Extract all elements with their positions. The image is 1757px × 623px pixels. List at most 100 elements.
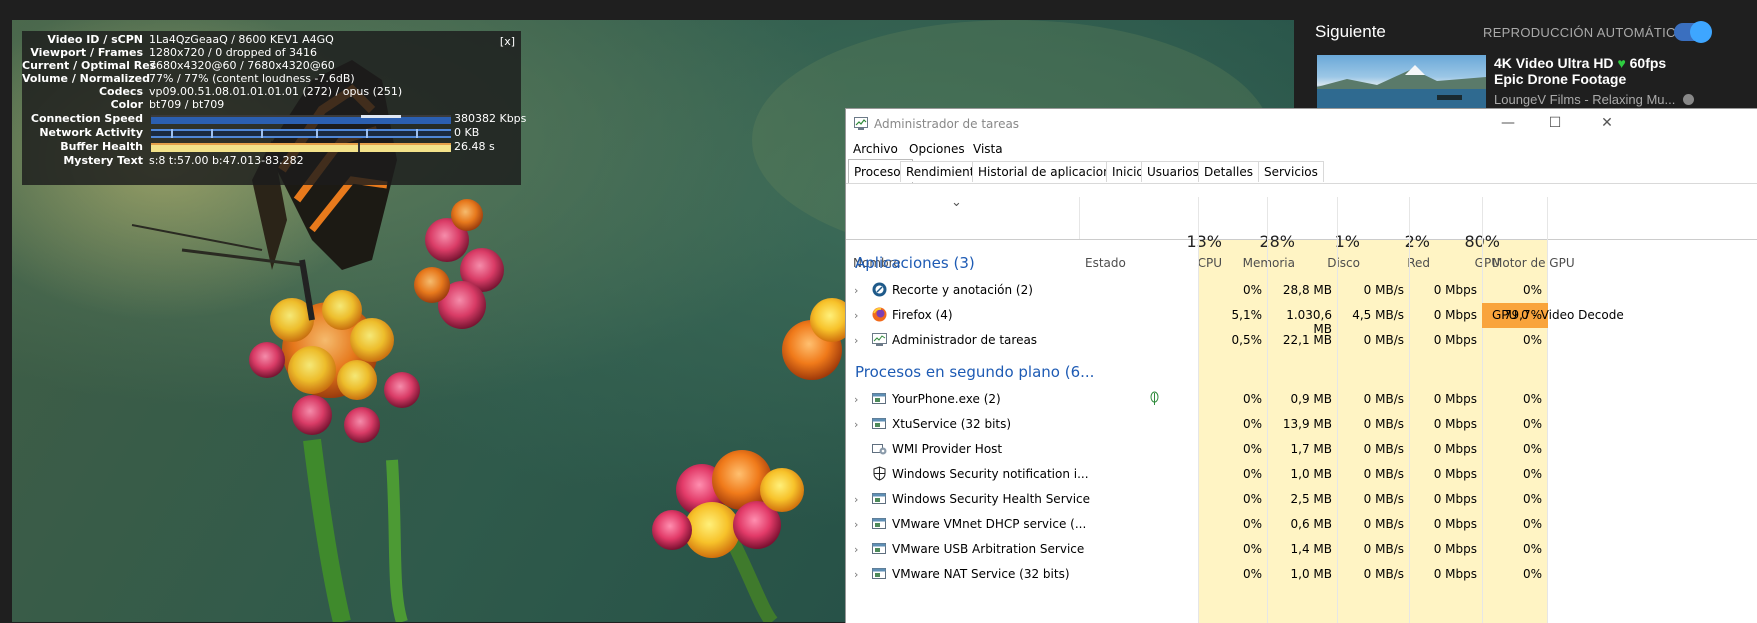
expand-chevron-icon[interactable]: › (854, 309, 858, 322)
expand-chevron-icon[interactable]: › (854, 418, 858, 431)
gpu-value: 0% (1522, 442, 1542, 456)
network-value: 0 Mbps (1433, 567, 1477, 581)
memory-value: 1,7 MB (1290, 442, 1332, 456)
process-row[interactable]: WMI Provider Host 0% 1,7 MB 0 MB/s 0 Mbp… (846, 437, 1757, 462)
cpu-value: 0% (1242, 283, 1262, 297)
stat-row-color: Color bt709 / bt709 (22, 98, 521, 112)
process-name: Windows Security notification i... (892, 467, 1089, 481)
process-name: VMware NAT Service (32 bits) (892, 567, 1070, 581)
process-row[interactable]: › Windows Security Health Service 0% 2,5… (846, 487, 1757, 512)
tab-detalles[interactable]: Detalles (1198, 161, 1259, 182)
firefox-icon (872, 307, 887, 322)
service-icon (872, 444, 887, 455)
column-disco[interactable]: Disco (1296, 256, 1360, 270)
close-button[interactable]: ✕ (1592, 113, 1622, 133)
process-row[interactable]: › VMware NAT Service (32 bits) 0% 1,0 MB… (846, 562, 1757, 587)
disk-value: 0 MB/s (1363, 567, 1404, 581)
group-background-processes[interactable]: Procesos en segundo plano (6... (855, 363, 1094, 381)
process-row[interactable]: › VMware VMnet DHCP service (... 0% 0,6 … (846, 512, 1757, 537)
window-icon (872, 493, 886, 504)
cpu-value: 0% (1242, 492, 1262, 506)
minimize-button[interactable]: — (1493, 113, 1523, 133)
network-value: 0 Mbps (1433, 333, 1477, 347)
autoplay-label: REPRODUCCIÓN AUTOMÁTICA (1483, 25, 1685, 40)
autoplay-toggle-knob[interactable] (1690, 21, 1712, 43)
gpu-value: 0% (1522, 333, 1542, 347)
menu-archivo[interactable]: Archivo (853, 142, 898, 156)
task-manager-icon (854, 117, 868, 130)
expand-chevron-icon[interactable]: › (854, 334, 858, 347)
heart-icon: ♥ (1617, 55, 1626, 71)
stat-row-network-activity: Network Activity 0 KB (22, 126, 521, 140)
column-estado[interactable]: Estado (1085, 256, 1126, 270)
recommended-video-channel[interactable]: LoungeV Films - Relaxing Mu... (1494, 92, 1694, 107)
expand-chevron-icon[interactable]: › (854, 568, 858, 581)
column-cpu-percent[interactable]: 13% (1146, 232, 1222, 251)
cpu-value: 0% (1242, 442, 1262, 456)
process-name: XtuService (32 bits) (892, 417, 1012, 431)
column-memoria[interactable]: Memoria (1226, 256, 1295, 270)
rec-title-part: 4K Video Ultra HD (1494, 55, 1614, 71)
recommended-video-thumbnail[interactable] (1317, 55, 1486, 110)
expand-chevron-icon[interactable]: › (854, 518, 858, 531)
disk-value: 0 MB/s (1363, 467, 1404, 481)
window-icon (872, 543, 886, 554)
column-memoria-percent[interactable]: 28% (1226, 232, 1295, 251)
memory-value: 22,1 MB (1282, 333, 1332, 347)
column-disco-percent[interactable]: 1% (1296, 232, 1360, 251)
memory-value: 2,5 MB (1290, 492, 1332, 506)
process-row[interactable]: › XtuService (32 bits) 0% 13,9 MB 0 MB/s… (846, 412, 1757, 437)
network-value: 0 Mbps (1433, 392, 1477, 406)
cpu-value: 0% (1242, 392, 1262, 406)
stat-label: Current / Optimal Res (22, 59, 157, 72)
column-cpu[interactable]: CPU (1146, 256, 1222, 270)
gpu-value: 0% (1522, 392, 1542, 406)
stat-row-connection-speed: Connection Speed 380382 Kbps (22, 112, 527, 126)
process-row[interactable]: Windows Security notification i... 0% 1,… (846, 462, 1757, 487)
expand-chevron-icon[interactable]: › (854, 393, 858, 406)
menu-vista[interactable]: Vista (973, 142, 1003, 156)
window-icon (872, 393, 886, 404)
stat-value: vp09.00.51.08.01.01.01.01 (272) / opus (… (149, 85, 403, 98)
column-gpu-percent[interactable]: 80% (1436, 232, 1500, 251)
disk-value: 0 MB/s (1363, 333, 1404, 347)
expand-chevron-icon[interactable]: › (854, 284, 858, 297)
stat-row-video-id: Video ID / sCPN 1La4QzGeaaQ / 8600 KEV1 … (22, 33, 521, 47)
gpu-value: 0% (1522, 517, 1542, 531)
group-applications[interactable]: Aplicaciones (3) (855, 254, 975, 272)
expand-chevron-icon[interactable]: › (854, 543, 858, 556)
disk-value: 0 MB/s (1363, 492, 1404, 506)
sort-indicator-icon[interactable]: ⌄ (951, 195, 962, 210)
process-name: VMware VMnet DHCP service (... (892, 517, 1087, 531)
column-motor-gpu[interactable]: Motor de GPU (1492, 256, 1575, 270)
stat-label: Viewport / Frames (30, 46, 143, 59)
process-row[interactable]: › Administrador de tareas 0,5% 22,1 MB 0… (846, 328, 1757, 353)
network-value: 0 Mbps (1433, 308, 1477, 322)
recommended-video-title[interactable]: 4K Video Ultra HD ♥ 60fps Epic Drone Foo… (1494, 55, 1754, 87)
column-red-percent[interactable]: 2% (1366, 232, 1430, 251)
gpu-value: 0% (1522, 567, 1542, 581)
disk-value: 0 MB/s (1363, 392, 1404, 406)
stat-label: Buffer Health (60, 140, 143, 153)
rec-title-part: 60fps (1629, 55, 1667, 71)
window-icon (872, 418, 886, 429)
column-gpu[interactable]: GPU (1436, 256, 1500, 270)
process-row[interactable]: › VMware USB Arbitration Service 0% 1,4 … (846, 537, 1757, 562)
stat-value: 26.48 s (454, 140, 495, 153)
expand-chevron-icon[interactable]: › (854, 493, 858, 506)
column-divider (1079, 197, 1080, 239)
network-value: 0 Mbps (1433, 283, 1477, 297)
process-row[interactable]: › YourPhone.exe (2) 0% 0,9 MB 0 MB/s 0 M… (846, 387, 1757, 412)
menu-opciones[interactable]: Opciones (909, 142, 965, 156)
column-red[interactable]: Red (1366, 256, 1430, 270)
process-row[interactable]: › Recorte y anotación (2) 0% 28,8 MB 0 M… (846, 278, 1757, 303)
task-manager-window: Administrador de tareas — ☐ ✕ Archivo Op… (845, 108, 1757, 623)
tab-usuarios[interactable]: Usuarios (1141, 161, 1205, 182)
tab-servicios[interactable]: Servicios (1258, 161, 1324, 182)
title-bar[interactable]: Administrador de tareas — ☐ ✕ (846, 109, 1757, 139)
maximize-button[interactable]: ☐ (1540, 113, 1570, 133)
process-row[interactable]: › Firefox (4) 5,1% 1.030,6 MB 4,5 MB/s 0… (846, 303, 1757, 336)
stat-value: 380382 Kbps (454, 112, 527, 125)
memory-value: 1,0 MB (1290, 567, 1332, 581)
buffer-health-graph (151, 143, 451, 152)
